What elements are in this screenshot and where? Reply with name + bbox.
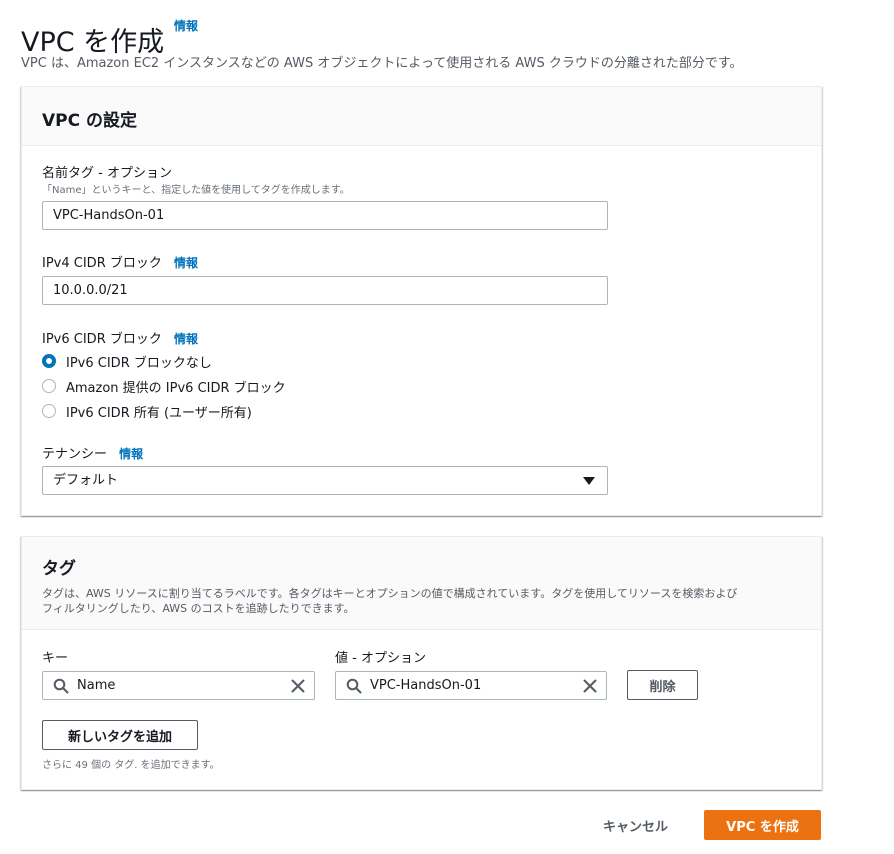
tags-panel: タグ タグは、AWS リソースに割り当てるラベルです。各タグはキーとオプションの…: [21, 536, 822, 790]
create-vpc-button[interactable]: VPC を作成: [704, 810, 821, 840]
ipv4-cidr-input[interactable]: 10.0.0.0/21: [42, 276, 608, 305]
tenancy-label-text: テナンシー: [42, 447, 108, 462]
tag-value-input[interactable]: VPC-HandsOn-01: [335, 671, 607, 700]
close-icon[interactable]: [290, 678, 306, 694]
caret-down-icon: [583, 477, 595, 485]
tenancy-select-value: デフォルト: [53, 473, 119, 488]
ipv6-option-byoip[interactable]: IPv6 CIDR 所有 (ユーザー所有): [42, 402, 252, 421]
ipv6-cidr-label-text: IPv6 CIDR ブロック: [42, 332, 162, 347]
ipv6-option-byoip-label: IPv6 CIDR 所有 (ユーザー所有): [66, 405, 252, 421]
tags-title: タグ: [42, 559, 76, 579]
vpc-settings-title: VPC の設定: [42, 111, 138, 131]
tag-value-label: 値 - オプション: [335, 651, 426, 666]
tag-key-value: Name: [77, 678, 116, 693]
ipv6-cidr-label: IPv6 CIDR ブロック 情報: [42, 328, 198, 347]
search-icon: [346, 678, 362, 694]
tenancy-info-link[interactable]: 情報: [119, 447, 143, 461]
ipv6-option-none-label: IPv6 CIDR ブロックなし: [66, 355, 212, 371]
name-tag-label: 名前タグ - オプション: [42, 166, 172, 181]
vpc-settings-panel: VPC の設定 名前タグ - オプション 「Name」というキーと、指定した値を…: [21, 86, 822, 516]
tag-key-input[interactable]: Name: [42, 671, 315, 700]
ipv4-cidr-label: IPv4 CIDR ブロック 情報: [42, 252, 198, 271]
tags-description: タグは、AWS リソースに割り当てるラベルです。各タグはキーとオプションの値で構…: [42, 586, 801, 616]
tags-description-line: フィルタリングしたり、AWS のコストを追跡したりできます。: [42, 602, 355, 615]
ipv6-option-none[interactable]: IPv6 CIDR ブロックなし: [42, 352, 212, 371]
ipv6-option-amazon-label: Amazon 提供の IPv6 CIDR ブロック: [66, 380, 286, 396]
add-tag-button[interactable]: 新しいタグを追加: [42, 720, 198, 750]
name-tag-hint: 「Name」というキーと、指定した値を使用してタグを作成します。: [42, 185, 350, 196]
remove-tag-button[interactable]: 削除: [627, 670, 698, 700]
ipv4-info-link[interactable]: 情報: [174, 256, 198, 270]
tags-remaining-text: さらに 49 個の タグ. を追加できます。: [42, 760, 220, 771]
ipv6-option-amazon[interactable]: Amazon 提供の IPv6 CIDR ブロック: [42, 377, 286, 396]
title-info-link[interactable]: 情報: [174, 17, 198, 34]
page-description: VPC は、Amazon EC2 インスタンスなどの AWS オブジェクトによっ…: [21, 56, 743, 71]
tag-key-label: キー: [42, 651, 69, 666]
cancel-button[interactable]: キャンセル: [603, 816, 668, 835]
tag-value-value: VPC-HandsOn-01: [370, 678, 482, 693]
tenancy-select[interactable]: デフォルト: [42, 466, 608, 495]
tags-header: タグ タグは、AWS リソースに割り当てるラベルです。各タグはキーとオプションの…: [22, 537, 821, 630]
radio-button[interactable]: [42, 379, 56, 393]
ipv6-info-link[interactable]: 情報: [174, 332, 198, 346]
tags-description-line: タグは、AWS リソースに割り当てるラベルです。各タグはキーとオプションの値で構…: [42, 587, 738, 600]
vpc-settings-header: VPC の設定: [22, 87, 821, 146]
close-icon[interactable]: [582, 678, 598, 694]
tenancy-label: テナンシー 情報: [42, 443, 143, 462]
name-tag-input[interactable]: VPC-HandsOn-01: [42, 201, 608, 230]
search-icon: [53, 678, 69, 694]
radio-button-checked[interactable]: [42, 354, 56, 368]
radio-button[interactable]: [42, 404, 56, 418]
ipv4-cidr-label-text: IPv4 CIDR ブロック: [42, 256, 162, 271]
